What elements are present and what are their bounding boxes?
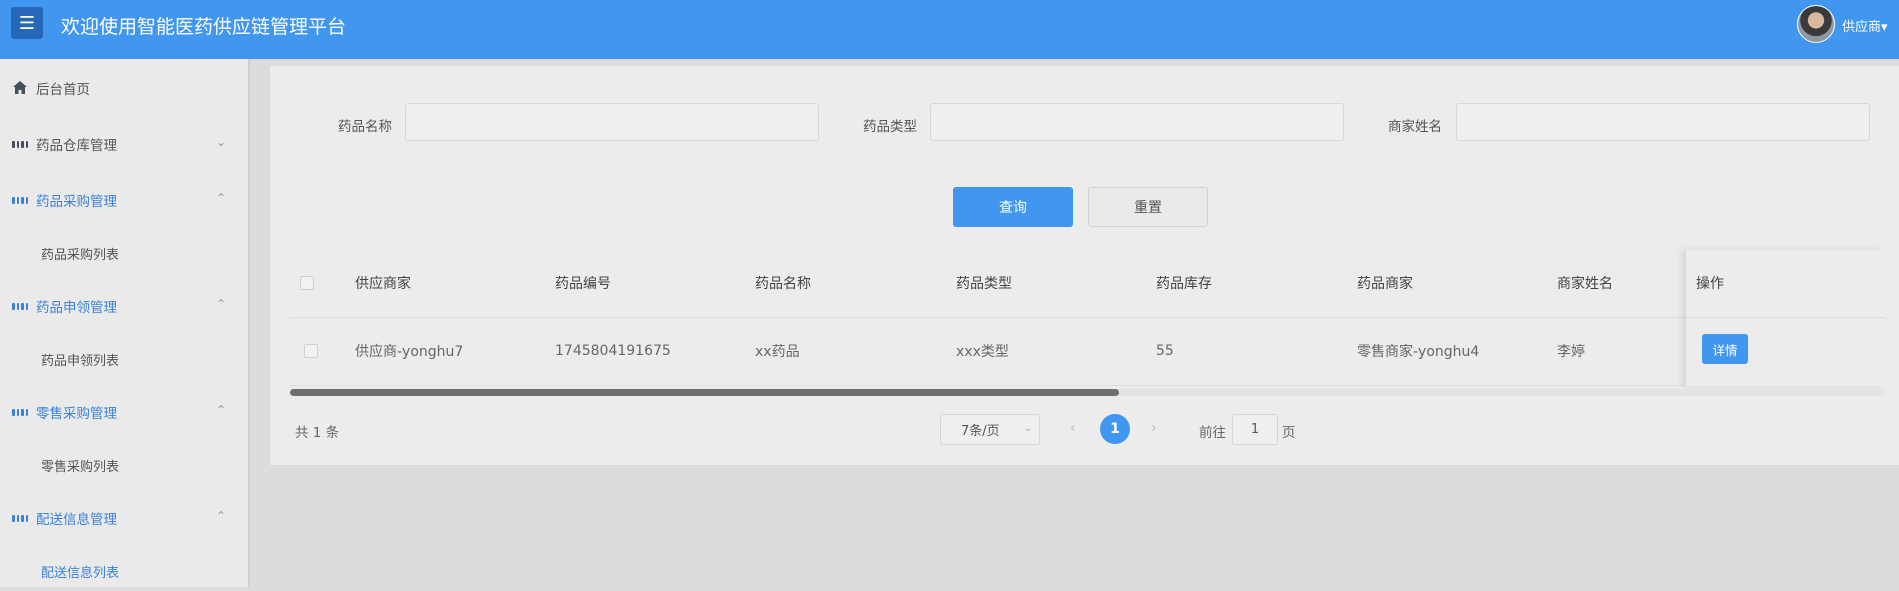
row-checkbox[interactable] [304, 344, 318, 358]
detail-button[interactable]: 详情 [1702, 334, 1748, 364]
sidebar-scrollbar[interactable] [248, 59, 250, 587]
column-header[interactable]: 药品商家 [1357, 250, 1413, 316]
table-cell: 供应商-yonghu7 [355, 344, 464, 360]
search-label-drug-name: 药品名称 [338, 119, 392, 135]
avatar[interactable] [1797, 5, 1835, 43]
page-number-current[interactable]: 1 [1100, 414, 1130, 444]
chevron-up-icon: ⌃ [215, 191, 226, 205]
reset-button[interactable]: 重置 [1088, 187, 1208, 227]
grid-icon [12, 136, 28, 152]
search-label-merchant-name: 商家姓名 [1388, 119, 1442, 135]
column-header: 操作 [1696, 276, 1724, 292]
chevron-up-icon: ⌃ [215, 403, 226, 417]
column-header[interactable]: 药品名称 [755, 250, 811, 316]
sidebar-item-label: 药品仓库管理 [36, 138, 117, 154]
sidebar-item-label: 药品采购管理 [36, 194, 117, 210]
divider [1686, 317, 1885, 318]
fixed-action-column: 操作 详情 [1686, 250, 1885, 386]
select-all-checkbox[interactable] [300, 276, 314, 290]
sidebar-item-label: 药品申领列表 [41, 353, 120, 369]
sidebar-item-home[interactable]: 后台首页 [0, 68, 248, 108]
table-cell: xxx类型 [956, 344, 1009, 360]
grid-icon [12, 192, 28, 208]
chevron-down-icon: ▾ [1881, 20, 1888, 35]
chevron-down-icon: ⌄ [1023, 423, 1032, 434]
grid-icon [12, 404, 28, 420]
sidebar-item-warehouse[interactable]: 药品仓库管理 ⌄ [0, 124, 248, 164]
column-header[interactable]: 药品编号 [555, 250, 611, 316]
search-label-drug-type: 药品类型 [863, 119, 917, 135]
sidebar-item-drug-apply-list[interactable]: 药品申领列表 [0, 339, 248, 379]
table-cell: 零售商家-yonghu4 [1357, 344, 1480, 360]
sidebar-item-drug-purchase[interactable]: 药品采购管理 ⌃ [0, 180, 248, 220]
chevron-down-icon: ⌄ [215, 135, 226, 149]
column-header[interactable]: 供应商家 [355, 250, 411, 316]
home-icon [12, 80, 28, 96]
grid-icon [12, 510, 28, 526]
scrollbar-thumb[interactable] [290, 389, 1120, 396]
sidebar-item-retail-purchase-list[interactable]: 零售采购列表 [0, 445, 248, 485]
horizontal-scrollbar[interactable] [290, 389, 1885, 396]
drug-type-input[interactable] [930, 103, 1344, 141]
sidebar-item-label: 配送信息管理 [36, 512, 117, 528]
goto-suffix: 页 [1282, 425, 1296, 441]
sidebar-item-drug-purchase-list[interactable]: 药品采购列表 [0, 233, 248, 273]
chevron-up-icon: ⌃ [215, 509, 226, 523]
sidebar-item-label: 药品申领管理 [36, 300, 117, 316]
user-name: 供应商 [1842, 20, 1882, 35]
total-count: 共 1 条 [295, 425, 340, 441]
top-header: ☰ 欢迎使用智能医药供应链管理平台 供应商▾ [0, 0, 1899, 59]
table-header: 供应商家 药品编号 药品名称 药品类型 药品库存 药品商家 商家姓名 [290, 250, 1885, 318]
sidebar-item-retail-purchase[interactable]: 零售采购管理 ⌃ [0, 392, 248, 432]
sidebar-item-label: 配送信息列表 [41, 565, 120, 581]
page-size-value: 7条/页 [961, 424, 1000, 439]
sidebar-item-drug-apply[interactable]: 药品申领管理 ⌃ [0, 286, 248, 326]
table-cell: 55 [1156, 343, 1174, 359]
sidebar-item-delivery[interactable]: 配送信息管理 ⌃ [0, 498, 248, 538]
column-header[interactable]: 药品库存 [1156, 250, 1212, 316]
column-header[interactable]: 商家姓名 [1557, 250, 1613, 316]
next-page-icon[interactable]: › [1151, 420, 1157, 436]
grid-icon [12, 298, 28, 314]
sidebar-item-label: 零售采购管理 [36, 406, 117, 422]
chevron-up-icon: ⌃ [215, 297, 226, 311]
table-cell: 李婷 [1557, 344, 1585, 360]
table-cell: 1745804191675 [555, 343, 671, 359]
drug-name-input[interactable] [405, 103, 819, 141]
goto-page-input[interactable]: 1 [1232, 414, 1278, 445]
goto-prefix: 前往 [1199, 425, 1226, 441]
app-title: 欢迎使用智能医药供应链管理平台 [61, 16, 347, 38]
sidebar-item-delivery-list[interactable]: 配送信息列表 [0, 551, 248, 591]
sidebar-item-label: 后台首页 [36, 82, 90, 98]
table-row: 供应商-yonghu7 1745804191675 xx药品 xxx类型 55 … [290, 318, 1885, 386]
sidebar: 后台首页 药品仓库管理 ⌄ 药品采购管理 ⌃ 药品采购列表 药品申领管理 ⌃ 药… [0, 59, 249, 587]
column-header[interactable]: 药品类型 [956, 250, 1012, 316]
prev-page-icon[interactable]: ‹ [1070, 420, 1076, 436]
sidebar-item-label: 药品采购列表 [41, 247, 120, 263]
page-size-select[interactable]: 7条/页 ⌄ [940, 414, 1040, 445]
hamburger-icon[interactable]: ☰ [11, 7, 43, 39]
sidebar-item-label: 零售采购列表 [41, 459, 120, 475]
query-button[interactable]: 查询 [953, 187, 1073, 227]
merchant-name-input[interactable] [1456, 103, 1870, 141]
user-menu[interactable]: 供应商▾ [1842, 16, 1888, 35]
table-cell: xx药品 [755, 344, 800, 360]
